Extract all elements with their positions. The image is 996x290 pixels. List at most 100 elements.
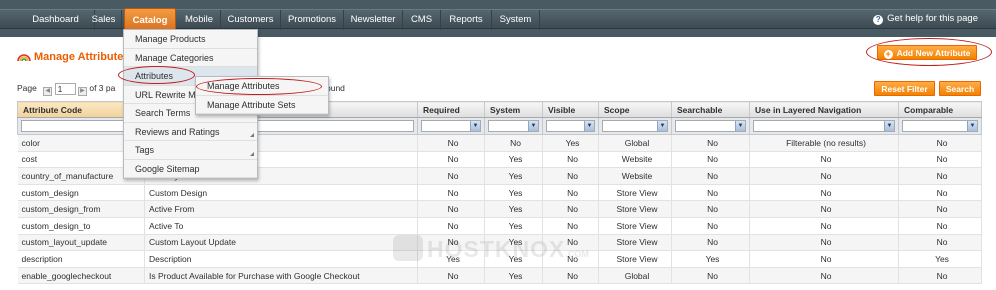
filter-layered-navigation-select[interactable]: ▼ <box>753 120 895 132</box>
help-icon: ? <box>873 15 884 25</box>
nav-item-sales[interactable]: Sales <box>86 10 122 30</box>
dropdown-arrow-icon: ▼ <box>528 121 538 131</box>
nav-item-reports[interactable]: Reports <box>441 10 492 30</box>
cell-attribute-code: enable_googlecheckout <box>17 267 145 285</box>
nav-item-mobile[interactable]: Mobile <box>178 10 221 30</box>
table-row[interactable]: custom_design_from Active From No Yes No Stor… <box>17 200 982 218</box>
cell-searchable: No <box>671 134 750 152</box>
dropdown-arrow-icon: ▼ <box>967 121 977 131</box>
cell-comparable: No <box>898 200 982 218</box>
filter-searchable-select[interactable]: ▼ <box>675 120 746 132</box>
cell-required: No <box>417 167 485 185</box>
cell-scope: Website <box>598 151 672 169</box>
submenu-arrow-icon <box>250 151 254 156</box>
cell-attribute-code: custom_layout_update <box>17 234 145 252</box>
filter-scope-select[interactable]: ▼ <box>602 120 668 132</box>
submenu-item-manage-attribute-sets[interactable]: Manage Attribute Sets <box>196 96 328 114</box>
cell-system: Yes <box>484 234 543 252</box>
cell-comparable: No <box>898 134 982 152</box>
cell-visible: Yes <box>542 134 599 152</box>
highlight-ellipse-manage-attributes <box>196 78 322 95</box>
cell-searchable: No <box>671 217 750 235</box>
cell-attribute-label: Custom Layout Update <box>144 234 418 252</box>
dropdown-arrow-icon: ▼ <box>470 121 480 131</box>
cell-attribute-label: Description <box>144 250 418 268</box>
table-row[interactable]: custom_design_to Active To No Yes No Store Vi… <box>17 217 982 235</box>
cell-scope: Global <box>598 267 672 285</box>
search-button[interactable]: Search <box>939 81 981 96</box>
column-header-comparable[interactable]: Comparable <box>898 101 982 118</box>
cell-visible: No <box>542 151 599 169</box>
dropdown-arrow-icon: ▼ <box>657 121 667 131</box>
table-row[interactable]: custom_design Custom Design No Yes No Store V… <box>17 184 982 202</box>
nav-item-promotions[interactable]: Promotions <box>281 10 344 30</box>
cell-searchable: Yes <box>671 250 750 268</box>
nav-item-dashboard[interactable]: Dashboard <box>17 10 95 30</box>
cell-comparable: No <box>898 167 982 185</box>
submenu-arrow-icon <box>250 133 254 137</box>
cell-system: Yes <box>484 250 543 268</box>
filter-required-select[interactable]: ▼ <box>421 120 481 132</box>
menu-item-tags[interactable]: Tags <box>124 141 257 160</box>
cell-comparable: No <box>898 217 982 235</box>
cell-attribute-label: Is Product Available for Purchase with G… <box>144 267 418 285</box>
cell-searchable: No <box>671 184 750 202</box>
cell-system: Yes <box>484 200 543 218</box>
cell-scope: Store View <box>598 200 672 218</box>
menu-item-manage-categories[interactable]: Manage Categories <box>124 49 257 67</box>
nav-item-newsletter[interactable]: Newsletter <box>344 10 403 30</box>
cell-visible: No <box>542 234 599 252</box>
cell-comparable: Yes <box>898 250 982 268</box>
column-header-required[interactable]: Required <box>417 101 485 118</box>
menu-item-google-sitemap[interactable]: Google Sitemap <box>124 160 257 178</box>
cell-comparable: No <box>898 184 982 202</box>
dropdown-arrow-icon: ▼ <box>884 121 894 131</box>
nav-item-customers[interactable]: Customers <box>221 10 281 30</box>
prev-page-icon[interactable]: ◀ <box>43 87 53 96</box>
nav-bar: Dashboard Sales Catalog Mobile Customers… <box>0 8 996 32</box>
help-label: Get help for this page <box>887 13 978 24</box>
cell-attribute-label: Active To <box>144 217 418 235</box>
cell-required: No <box>417 234 485 252</box>
table-row[interactable]: enable_googlecheckout Is Product Availabl… <box>17 267 982 285</box>
cell-system: No <box>484 134 543 152</box>
menu-item-manage-products[interactable]: Manage Products <box>124 30 257 49</box>
column-header-searchable[interactable]: Searchable <box>671 101 750 118</box>
cell-system: Yes <box>484 151 543 169</box>
page-number-input[interactable]: 1 <box>54 83 76 95</box>
cell-scope: Website <box>598 167 672 185</box>
filter-comparable-select[interactable]: ▼ <box>902 120 978 132</box>
column-header-visible[interactable]: Visible <box>542 101 599 118</box>
next-page-icon[interactable]: ▶ <box>77 87 87 96</box>
dropdown-arrow-icon: ▼ <box>584 121 594 131</box>
help-link[interactable]: ? Get help for this page <box>873 9 978 29</box>
nav-item-system[interactable]: System <box>492 10 540 30</box>
cell-required: No <box>417 200 485 218</box>
pager-total: of 3 pa <box>89 83 116 93</box>
table-row[interactable]: description Description Yes Yes No Store View… <box>17 250 982 268</box>
menu-item-reviews-and-ratings[interactable]: Reviews and Ratings <box>124 123 257 141</box>
cell-searchable: No <box>671 234 750 252</box>
table-row[interactable]: custom_layout_update Custom Layout Update… <box>17 234 982 252</box>
column-header-layered-navigation[interactable]: Use in Layered Navigation <box>749 101 899 118</box>
menu-item-reviews-label: Reviews and Ratings <box>135 126 220 137</box>
cell-layered-navigation: Filterable (no results) <box>749 134 899 152</box>
column-header-system[interactable]: System <box>484 101 543 118</box>
nav-item-cms[interactable]: CMS <box>403 10 441 30</box>
cell-required: No <box>417 267 485 285</box>
rainbow-icon <box>17 54 31 61</box>
cell-layered-navigation: No <box>749 200 899 218</box>
highlight-ellipse-attributes <box>118 66 195 84</box>
cell-searchable: No <box>671 200 750 218</box>
cell-attribute-code: custom_design_from <box>17 200 145 218</box>
filter-system-select[interactable]: ▼ <box>488 120 539 132</box>
column-header-scope[interactable]: Scope <box>598 101 672 118</box>
cell-scope: Store View <box>598 234 672 252</box>
cell-layered-navigation: No <box>749 267 899 285</box>
cell-scope: Store View <box>598 250 672 268</box>
filter-visible-select[interactable]: ▼ <box>546 120 595 132</box>
cell-layered-navigation: No <box>749 184 899 202</box>
cell-required: No <box>417 151 485 169</box>
cell-searchable: No <box>671 151 750 169</box>
reset-filter-button[interactable]: Reset Filter <box>874 81 935 96</box>
